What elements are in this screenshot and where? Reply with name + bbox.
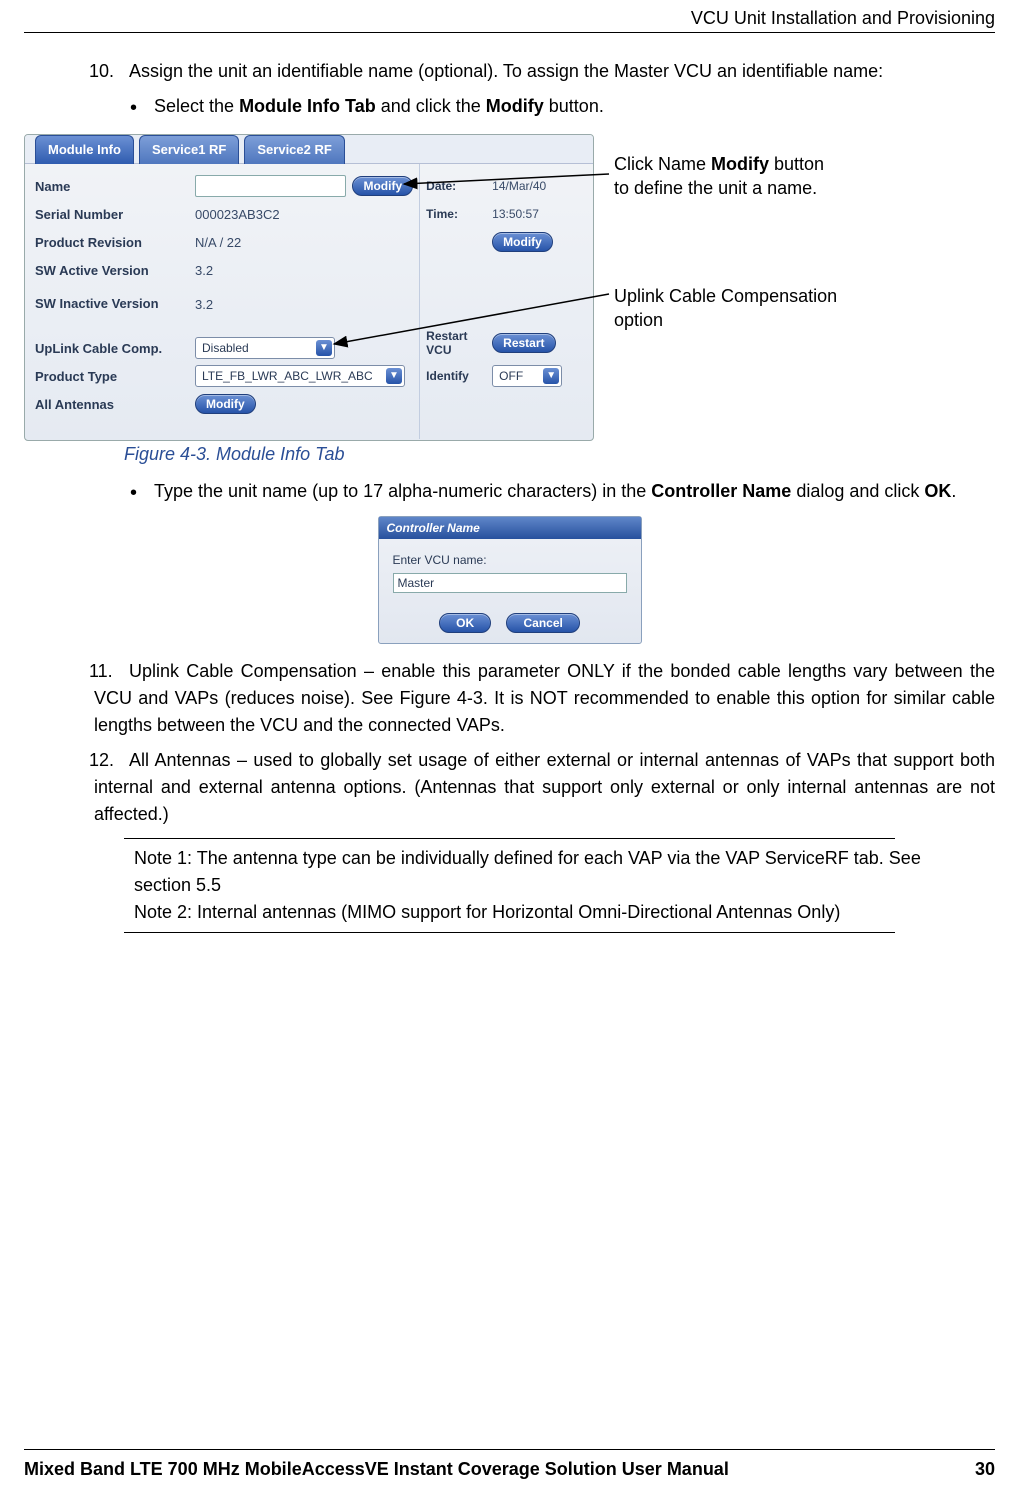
tab-service2-rf[interactable]: Service2 RF (244, 135, 344, 164)
chevron-down-icon: ▼ (386, 368, 402, 384)
cancel-button[interactable]: Cancel (506, 613, 579, 633)
date-label: Date: (426, 179, 492, 193)
time-modify-button[interactable]: Modify (492, 232, 553, 252)
time-value: 13:50:57 (492, 207, 539, 221)
callout-modify-name: Click Name Modify button to define the u… (614, 152, 834, 201)
callout-uplink: Uplink Cable Compensation option (614, 284, 854, 333)
sw-active-value: 3.2 (195, 263, 413, 278)
note-2: Note 2: Internal antennas (MIMO support … (134, 899, 975, 926)
name-input[interactable] (195, 175, 346, 197)
tab-service1-rf[interactable]: Service1 RF (139, 135, 239, 164)
identify-select[interactable]: OFF ▼ (492, 365, 562, 387)
restart-button[interactable]: Restart (492, 333, 555, 353)
step-12-number: 12. (89, 747, 129, 774)
date-value: 14/Mar/40 (492, 179, 546, 193)
content: 10.Assign the unit an identifiable name … (24, 58, 995, 933)
figure-caption: Figure 4-3. Module Info Tab (124, 444, 344, 465)
sw-active-label: SW Active Version (35, 263, 195, 278)
notes-rule-top (124, 838, 895, 839)
step-10-number: 10. (89, 58, 129, 85)
serial-value: 000023AB3C2 (195, 207, 413, 222)
sw-inactive-label: SW Inactive Version (35, 296, 195, 312)
dialog-prompt: Enter VCU name: (393, 553, 627, 567)
tab-module-info[interactable]: Module Info (35, 135, 134, 164)
controller-name-dialog-wrap: Controller Name Enter VCU name: OK Cance… (24, 516, 995, 644)
header-rule (24, 32, 995, 33)
product-type-value: LTE_FB_LWR_ABC_LWR_ABC (202, 369, 372, 383)
time-label: Time: (426, 207, 492, 221)
step-12: 12.All Antennas – used to globally set u… (94, 747, 995, 828)
dialog-title: Controller Name (379, 517, 641, 539)
footer-page: 30 (975, 1459, 995, 1480)
modify-name-button[interactable]: Modify (352, 176, 413, 196)
identify-value: OFF (499, 369, 523, 383)
step-10: 10.Assign the unit an identifiable name … (94, 58, 995, 85)
restart-label: Restart VCU (426, 329, 492, 358)
name-label: Name (35, 179, 195, 194)
controller-name-dialog: Controller Name Enter VCU name: OK Cance… (378, 516, 642, 644)
chevron-down-icon: ▼ (543, 368, 559, 384)
footer-title: Mixed Band LTE 700 MHz MobileAccessVE In… (24, 1459, 729, 1480)
running-header: VCU Unit Installation and Provisioning (691, 8, 995, 29)
serial-label: Serial Number (35, 207, 195, 222)
all-antennas-label: All Antennas (35, 397, 195, 412)
uplink-value: Disabled (202, 341, 249, 355)
product-type-label: Product Type (35, 369, 195, 384)
all-antennas-modify-button[interactable]: Modify (195, 394, 256, 414)
chevron-down-icon: ▼ (316, 340, 332, 356)
step-12-text: All Antennas – used to globally set usag… (94, 750, 995, 824)
module-info-figure: Module Info Service1 RF Service2 RF Name… (24, 134, 995, 459)
notes-rule-bottom (124, 932, 895, 933)
step-10-bullet-2: Type the unit name (up to 17 alpha-numer… (154, 477, 995, 506)
product-revision-label: Product Revision (35, 235, 195, 250)
footer-rule (24, 1449, 995, 1450)
step-10-text: Assign the unit an identifiable name (op… (129, 61, 883, 81)
step-11-text: Uplink Cable Compensation – enable this … (94, 661, 995, 735)
step-10-bullet-1: Select the Module Info Tab and click the… (154, 93, 995, 120)
sw-inactive-value: 3.2 (195, 297, 413, 312)
uplink-select[interactable]: Disabled ▼ (195, 337, 335, 359)
product-revision-value: N/A / 22 (195, 235, 413, 250)
uplink-label: UpLink Cable Comp. (35, 341, 195, 356)
product-type-select[interactable]: LTE_FB_LWR_ABC_LWR_ABC ▼ (195, 365, 405, 387)
step-11-number: 11. (89, 658, 129, 685)
module-info-panel: Module Info Service1 RF Service2 RF Name… (24, 134, 594, 441)
vcu-name-input[interactable] (393, 573, 627, 593)
note-1: Note 1: The antenna type can be individu… (134, 845, 975, 899)
identify-label: Identify (426, 369, 492, 383)
footer: Mixed Band LTE 700 MHz MobileAccessVE In… (24, 1459, 995, 1480)
step-11: 11.Uplink Cable Compensation – enable th… (94, 658, 995, 739)
ok-button[interactable]: OK (439, 613, 491, 633)
